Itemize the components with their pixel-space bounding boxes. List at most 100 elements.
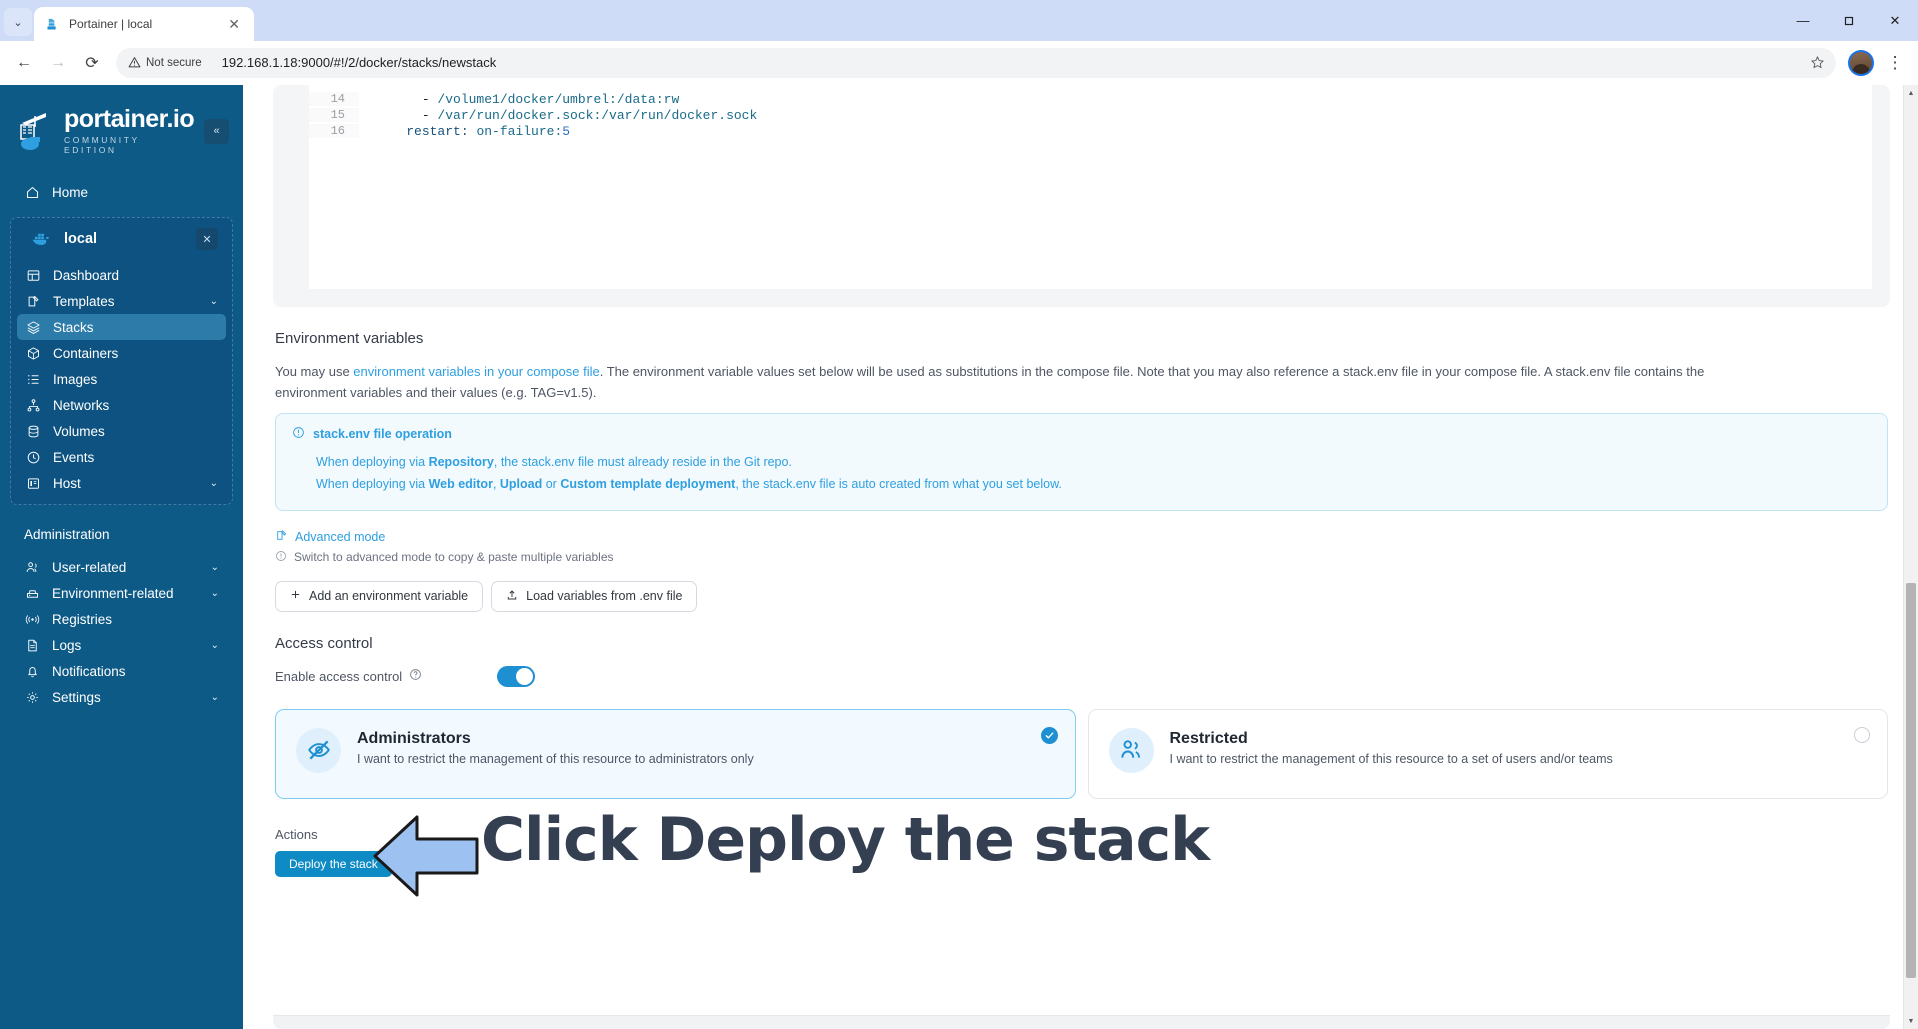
access-option-radio[interactable]	[1854, 726, 1870, 743]
code-line: 15 - /var/run/docker.sock:/var/run/docke…	[309, 107, 1872, 123]
chevron-down-icon[interactable]: ⌄	[210, 478, 218, 489]
back-icon[interactable]: ←	[8, 47, 40, 79]
sidebar-item-networks[interactable]: Networks	[17, 392, 226, 418]
access-option-administrators[interactable]: Administrators I want to restrict the ma…	[275, 708, 1076, 799]
advanced-mode-hint-label: Switch to advanced mode to copy & paste …	[294, 550, 614, 565]
chevron-down-icon[interactable]: ⌄	[211, 562, 219, 573]
sidebar-item-host[interactable]: Host ⌄	[17, 470, 226, 496]
access-option-selected-check-icon[interactable]	[1040, 726, 1058, 744]
site-security-badge[interactable]: Not secure	[120, 49, 212, 76]
code-editor[interactable]: 14 - /volume1/docker/umbrel:/data:rw 15 …	[309, 85, 1872, 289]
tab-search-chevron-icon[interactable]: ⌄	[4, 8, 32, 36]
environment-close-icon[interactable]: ✕	[196, 228, 218, 250]
sidebar-item-label: Notifications	[52, 663, 126, 679]
access-option-body: Administrators I want to restrict the ma…	[357, 728, 1055, 766]
sidebar-item-dashboard[interactable]: Dashboard	[17, 262, 226, 288]
add-environment-variable-button[interactable]: Add an environment variable	[275, 580, 484, 612]
load-variables-label: Load variables from .env file	[526, 589, 683, 604]
window-close-button[interactable]: ✕	[1872, 0, 1918, 41]
sidebar-item-label: Environment-related	[52, 585, 174, 601]
load-variables-button[interactable]: Load variables from .env file	[491, 580, 698, 612]
sidebar-item-home[interactable]: Home	[16, 179, 227, 205]
sidebar-item-user-related[interactable]: User-related ⌄	[16, 554, 227, 580]
info-box-line-2: When deploying via Web editor, Upload or…	[316, 476, 1062, 491]
advanced-mode-label: Advanced mode	[295, 529, 386, 544]
browser-tab[interactable]: Portainer | local ✕	[34, 7, 254, 41]
sidebar-item-label: Volumes	[53, 423, 105, 439]
reload-icon[interactable]: ⟳	[76, 47, 108, 79]
volumes-icon	[25, 423, 41, 439]
brand-subtitle: COMMUNITY EDITION	[64, 135, 140, 155]
question-circle-icon[interactable]	[409, 668, 422, 684]
code-text: - /var/run/docker.sock:/var/run/docker.s…	[421, 107, 758, 123]
sidebar-item-label: Registries	[52, 611, 113, 627]
registries-icon	[24, 611, 40, 627]
sidebar-item-environment-related[interactable]: Environment-related ⌄	[16, 580, 227, 606]
admin-section-title: Administration	[24, 527, 110, 542]
profile-avatar[interactable]	[1848, 49, 1874, 76]
code-text: - /volume1/docker/umbrel:/data:rw	[421, 91, 680, 107]
sidebar-item-settings[interactable]: Settings ⌄	[16, 684, 227, 710]
environment-icon	[24, 585, 40, 601]
scroll-up-arrow-icon[interactable]: ▲	[1904, 85, 1918, 101]
logs-icon	[24, 637, 40, 653]
images-icon	[25, 371, 41, 387]
users-icon	[24, 559, 40, 575]
page-scrollbar[interactable]: ▲ ▼	[1903, 85, 1918, 1029]
access-option-restricted[interactable]: Restricted I want to restrict the manage…	[1087, 708, 1888, 799]
panel-footer-strip	[273, 1015, 1890, 1029]
scrollbar-thumb[interactable]	[1906, 583, 1916, 978]
browser-menu-icon[interactable]: ⋮	[1880, 47, 1910, 79]
chevron-down-icon[interactable]: ⌄	[211, 692, 219, 703]
brand-name: portainer.io	[64, 105, 195, 133]
security-label: Not secure	[146, 56, 202, 69]
editor-empty-area[interactable]	[309, 139, 1872, 289]
access-option-description: I want to restrict the management of thi…	[1169, 751, 1613, 766]
sidebar-item-label: Images	[53, 371, 98, 387]
environment-header[interactable]: local ✕	[17, 224, 226, 254]
sidebar-item-templates[interactable]: Templates ⌄	[17, 288, 226, 314]
environment-name: local	[64, 231, 98, 247]
chevron-down-icon[interactable]: ⌄	[210, 296, 218, 307]
code-line: 14 - /volume1/docker/umbrel:/data:rw	[309, 91, 1872, 107]
sidebar-item-events[interactable]: Events	[17, 444, 226, 470]
compose-editor-panel: 14 - /volume1/docker/umbrel:/data:rw 15 …	[273, 85, 1890, 307]
enable-access-control-toggle[interactable]	[497, 665, 535, 687]
sidebar-item-label: Logs	[52, 637, 82, 653]
sidebar-item-logs[interactable]: Logs ⌄	[16, 632, 227, 658]
sidebar-item-images[interactable]: Images	[17, 366, 226, 392]
eye-off-icon	[296, 727, 341, 773]
sidebar-home-label: Home	[52, 184, 89, 200]
window-maximize-button[interactable]	[1826, 0, 1872, 41]
chevron-down-icon[interactable]: ⌄	[211, 640, 219, 651]
chevron-down-icon[interactable]: ⌄	[211, 588, 219, 599]
info-box-line-1: When deploying via Repository, the stack…	[316, 455, 792, 470]
scroll-down-arrow-icon[interactable]: ▼	[1904, 1013, 1918, 1029]
sidebar-item-registries[interactable]: Registries	[16, 606, 227, 632]
portainer-favicon-icon	[44, 16, 61, 33]
sidebar-collapse-button[interactable]: «	[204, 118, 229, 144]
sidebar: portainer.io COMMUNITY EDITION « Home lo…	[0, 85, 243, 1029]
plus-icon	[290, 589, 301, 603]
page-viewport: portainer.io COMMUNITY EDITION « Home lo…	[0, 85, 1918, 1029]
access-option-description: I want to restrict the management of thi…	[357, 751, 754, 766]
forward-icon[interactable]: →	[42, 47, 74, 79]
window-minimize-button[interactable]: —	[1780, 0, 1826, 41]
containers-icon	[25, 345, 41, 361]
tab-close-icon[interactable]: ✕	[224, 15, 244, 33]
info-circle-icon	[292, 426, 305, 442]
sidebar-item-containers[interactable]: Containers	[17, 340, 226, 366]
environment-variables-heading: Environment variables	[275, 330, 424, 347]
env-variable-buttons: Add an environment variable Load variabl…	[275, 580, 1890, 612]
sidebar-item-volumes[interactable]: Volumes	[17, 418, 226, 444]
advanced-mode-hint: Switch to advanced mode to copy & paste …	[275, 550, 1890, 565]
advanced-mode-link[interactable]: Advanced mode	[275, 529, 1890, 545]
sidebar-item-notifications[interactable]: Notifications	[16, 658, 227, 684]
address-bar[interactable]: Not secure 192.168.1.18:9000/#!/2/docker…	[116, 47, 1836, 78]
sidebar-item-stacks[interactable]: Stacks	[17, 314, 226, 340]
compose-file-link[interactable]: environment variables in your compose fi…	[353, 364, 599, 379]
code-line: 16 restart: on-failure:5	[309, 123, 1872, 139]
bookmark-star-icon[interactable]	[1804, 50, 1830, 76]
portainer-crane-logo-icon	[16, 109, 56, 153]
sidebar-item-label: User-related	[52, 559, 127, 575]
